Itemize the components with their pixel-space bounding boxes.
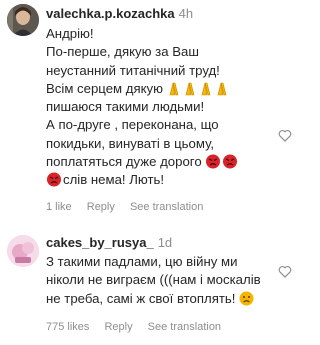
comment-line-with-emoji: слів нема! Лють! xyxy=(46,171,286,189)
heart-icon[interactable] xyxy=(278,265,292,278)
comment-text: Андрію! По-перше, дякую за Ваш неустанни… xyxy=(46,25,286,190)
folded-hands-emoji xyxy=(169,82,227,96)
comment-line-text: не треба, самі ж свої втоплять! xyxy=(46,290,236,306)
timestamp: 4h xyxy=(178,6,194,21)
comment-actions: 775 likes Reply See translation xyxy=(46,321,233,333)
comment-line-text: Всім серцем дякую xyxy=(46,80,164,96)
avatar-image xyxy=(7,4,39,36)
comment-header: valechka.p.kozachka 4h xyxy=(46,6,193,21)
comment-line: З такими падлами, цю війну ми xyxy=(46,254,238,269)
comment-line-with-emoji: поплатяться дуже дорого xyxy=(46,153,286,171)
comment-line: пишаюся такими людьми! xyxy=(46,99,205,115)
avatar[interactable] xyxy=(7,4,39,36)
comment-line-with-emoji: Всім серцем дякую xyxy=(46,80,286,98)
angry-face-emoji xyxy=(206,154,238,169)
likes-count[interactable]: 775 likes xyxy=(46,321,89,333)
comment-line: ніколи не виграєм (((нам і москалів xyxy=(46,272,261,288)
timestamp: 1d xyxy=(157,235,173,250)
reply-button[interactable]: Reply xyxy=(104,321,132,333)
comment-text: З такими падлами, цю війну ми ніколи не … xyxy=(46,253,286,308)
comment-line-with-emoji: не треба, самі ж свої втоплять! xyxy=(46,290,286,308)
see-translation-link[interactable]: See translation xyxy=(148,321,221,333)
username-link[interactable]: valechka.p.kozachka xyxy=(46,6,175,21)
comment-line: покидьки, винуваті в цьому, xyxy=(46,135,215,151)
reply-button[interactable]: Reply xyxy=(87,201,115,213)
comment-line-text: слів нема! Лють! xyxy=(63,172,165,188)
comment-line-text: поплатяться дуже дорого xyxy=(46,154,202,170)
comment-actions: 1 like Reply See translation xyxy=(46,201,215,213)
comment-line: неустанний титанічний труд! xyxy=(46,62,220,78)
avatar[interactable] xyxy=(7,235,39,267)
angry-face-emoji xyxy=(47,172,61,187)
avatar-image xyxy=(7,235,39,267)
see-translation-link[interactable]: See translation xyxy=(130,201,203,213)
comment-line: По-перше, дякую за Ваш xyxy=(46,44,199,60)
comment-line: А по-друге , переконана, що xyxy=(46,117,219,133)
frowning-face-emoji xyxy=(239,291,254,306)
heart-icon[interactable] xyxy=(278,129,292,142)
comment-header: cakes_by_rusya_ 1d xyxy=(46,235,172,250)
comment-item: cakes_by_rusya_ 1d З такими падлами, цю в… xyxy=(0,231,304,345)
comment-item: valechka.p.kozachka 4h Андрію! По-перше, … xyxy=(0,0,304,222)
username-link[interactable]: cakes_by_rusya_ xyxy=(46,235,154,250)
likes-count[interactable]: 1 like xyxy=(46,201,72,213)
comment-line: Андрію! xyxy=(46,26,94,41)
